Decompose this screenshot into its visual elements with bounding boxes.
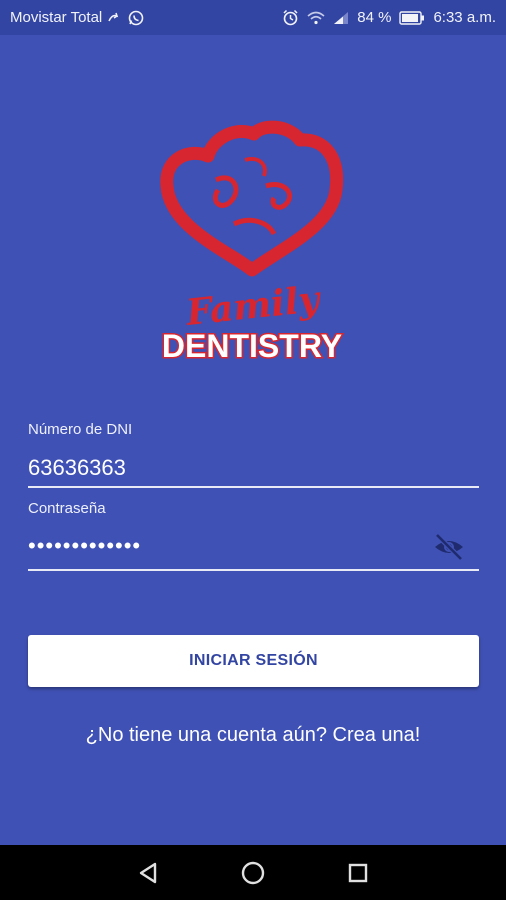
home-icon[interactable] <box>238 858 268 888</box>
dni-underline <box>28 486 479 488</box>
battery-percent: 84 % <box>357 9 392 26</box>
recents-icon[interactable] <box>343 858 373 888</box>
login-button[interactable]: INICIAR SESIÓN <box>28 635 479 687</box>
status-right: 84 % 6:33 a.m. <box>282 9 496 26</box>
whatsapp-icon <box>128 10 144 26</box>
dni-label: Número de DNI <box>28 421 133 438</box>
back-icon[interactable] <box>133 858 163 888</box>
status-bar: Movistar Total 84 % 6:33 a.m. <box>0 0 506 35</box>
logo-script-text: Family <box>183 278 323 334</box>
password-label: Contraseña <box>28 500 106 517</box>
navigation-bar <box>0 845 506 900</box>
signal-icon <box>333 11 349 25</box>
eye-off-icon[interactable] <box>432 532 466 562</box>
call-forward-icon <box>108 12 122 24</box>
wifi-icon <box>307 11 325 25</box>
dni-input[interactable]: 63636363 <box>28 455 126 481</box>
alarm-icon <box>282 9 299 26</box>
password-underline <box>28 569 479 571</box>
logo-wordmark: DENTISTRY <box>162 328 342 364</box>
family-dentistry-logo: Family DENTISTRY <box>150 120 360 370</box>
battery-icon <box>399 10 425 25</box>
status-left: Movistar Total <box>10 9 144 26</box>
carrier-name: Movistar Total <box>10 9 103 26</box>
clock: 6:33 a.m. <box>433 9 496 26</box>
password-input[interactable]: ••••••••••••• <box>28 533 141 559</box>
signup-link[interactable]: ¿No tiene una cuenta aún? Crea una! <box>0 724 506 747</box>
